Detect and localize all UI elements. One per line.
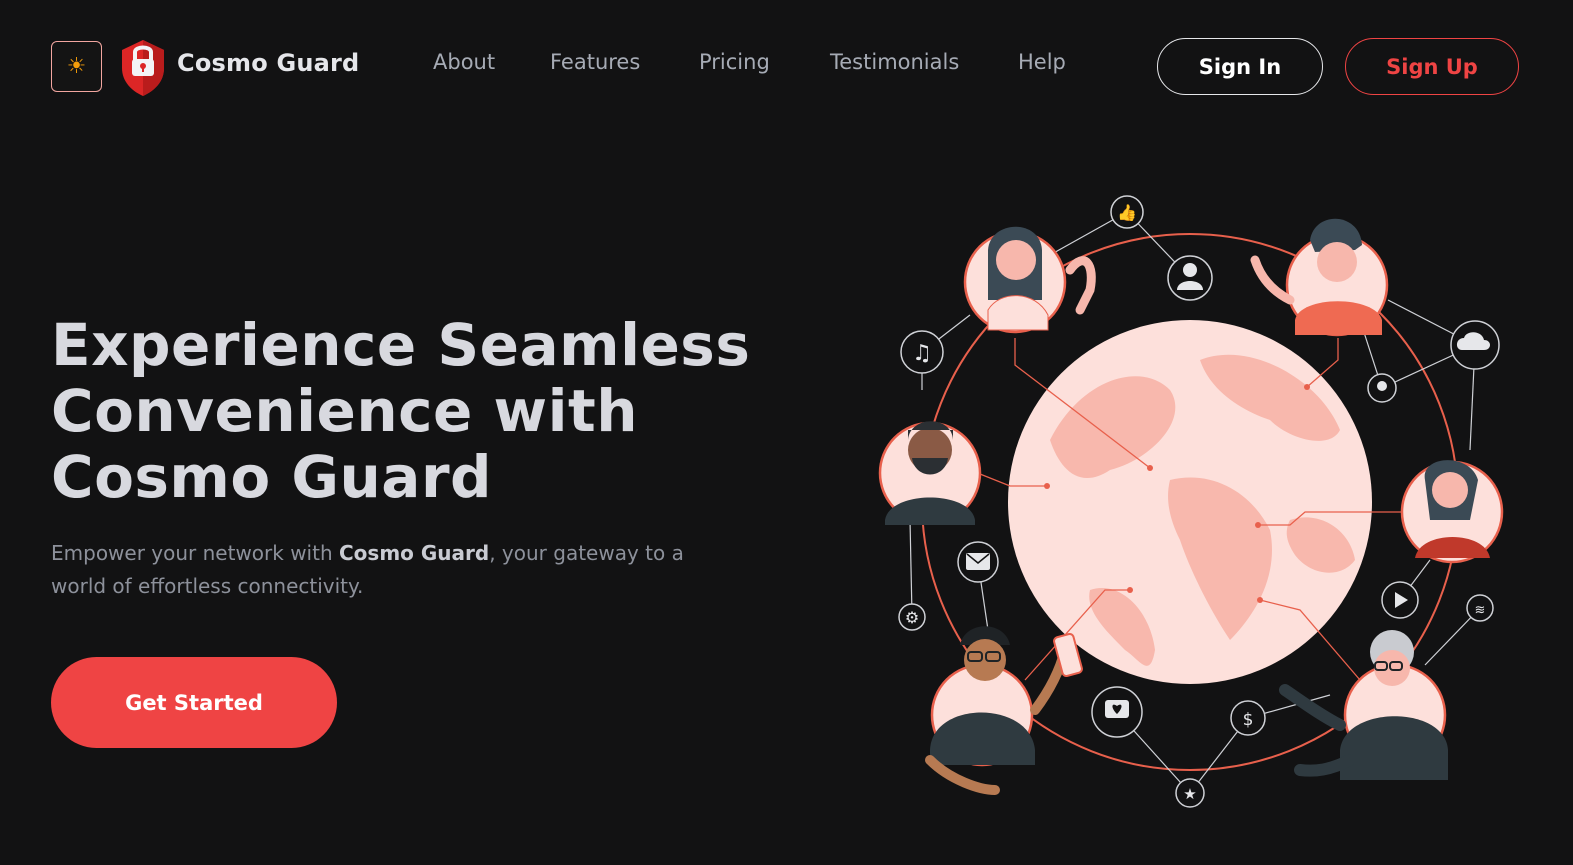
hero-title-line: Cosmo Guard <box>51 443 493 511</box>
get-started-button[interactable]: Get Started <box>51 657 337 748</box>
sign-up-button[interactable]: Sign Up <box>1345 38 1519 95</box>
nav-item-about[interactable]: About <box>433 50 495 74</box>
hero-illustration: 👍 ♫ ⚙ ≋ $ ★ <box>870 190 1520 810</box>
hero-subtitle-brand: Cosmo Guard <box>339 541 490 565</box>
svg-text:👍: 👍 <box>1117 203 1137 222</box>
sun-icon: ☀ <box>66 53 87 79</box>
nav-item-help[interactable]: Help <box>1018 50 1066 74</box>
hero-title-line: Convenience with <box>51 377 639 445</box>
site-header: ☀ Cosmo Guard About Features Pricing Tes… <box>0 0 1573 132</box>
theme-toggle-button[interactable]: ☀ <box>51 41 102 92</box>
svg-text:≋: ≋ <box>1475 603 1486 618</box>
network-globe-illustration: 👍 ♫ ⚙ ≋ $ ★ <box>878 195 1504 808</box>
nav-item-pricing[interactable]: Pricing <box>699 50 770 74</box>
hero-subtitle: Empower your network with Cosmo Guard, y… <box>51 537 691 603</box>
hero-subtitle-text: Empower your network with <box>51 541 339 565</box>
sign-in-button[interactable]: Sign In <box>1157 38 1323 95</box>
shield-lock-icon <box>122 40 164 96</box>
hero-title-line: Experience Seamless <box>51 311 751 379</box>
svg-text:★: ★ <box>1183 785 1196 803</box>
svg-text:⚙: ⚙ <box>905 608 919 627</box>
logo[interactable] <box>118 36 168 98</box>
brand-name[interactable]: Cosmo Guard <box>177 49 359 77</box>
hero-title: Experience Seamless Convenience with Cos… <box>51 312 831 510</box>
svg-text:♫: ♫ <box>912 341 932 366</box>
nav-item-testimonials[interactable]: Testimonials <box>830 50 959 74</box>
svg-text:$: $ <box>1243 710 1254 730</box>
nav-item-features[interactable]: Features <box>550 50 640 74</box>
